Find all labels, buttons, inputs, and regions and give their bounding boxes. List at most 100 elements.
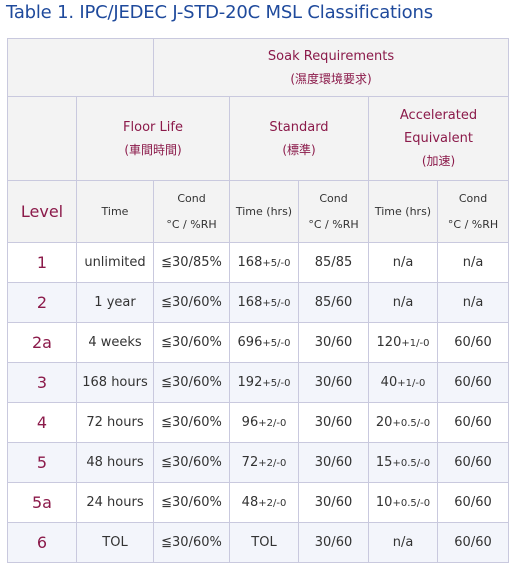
acc-time-cell: 20+0.5/-0 [368,402,438,443]
std-time-tolerance: +5/-0 [262,378,291,389]
soak-requirements-header: Soak Requirements (濕度環境要求) [152,38,510,97]
acc-time-value: n/a [392,535,414,550]
floor-time-cell: TOL [76,522,154,563]
std-time-tolerance: +5/-0 [262,258,291,269]
floor-time-cell: 1 year [76,282,154,323]
standard-label-cn: (標準) [282,142,316,157]
std-time-value: 48 [241,495,259,510]
table-row: 2 1 year ≦30/60% 168+5/-0 85/60 n/a n/a [7,282,510,323]
std-time-cell: 96+2/-0 [229,402,299,443]
floor-cond-cell: ≦30/60% [153,362,230,403]
floor-cond-cell: ≦30/60% [153,442,230,483]
level-cell: 2a [7,322,77,363]
acc-time-value: 20 [375,415,393,430]
table-row: 4 72 hours ≦30/60% 96+2/-0 30/60 20+0.5/… [7,402,510,443]
table-title: Table 1. IPC/JEDEC J-STD-20C MSL Classif… [6,2,433,23]
level-cell: 4 [7,402,77,443]
std-time-value: 168 [237,255,263,270]
table-row: 2a 4 weeks ≦30/60% 696+5/-0 30/60 120+1/… [7,322,510,363]
level-cell: 5 [7,442,77,483]
acc-cond-header: Cond °C / %RH [436,180,510,243]
std-time-cell: 168+5/-0 [229,242,299,283]
std-cond-cell: 30/60 [298,482,369,523]
std-time-cell: 192+5/-0 [229,362,299,403]
floor-cond-cell: ≦30/60% [153,522,230,563]
std-time-value: 168 [237,295,263,310]
floor-time-cell: 48 hours [76,442,154,483]
acc-cond-cell: 60/60 [436,322,510,363]
floor-cond-cell: ≦30/60% [153,282,230,323]
acc-time-cell: 120+1/-0 [368,322,438,363]
floor-time-cell: unlimited [76,242,154,283]
floor-time-cell: 72 hours [76,402,154,443]
standard-header: Standard (標準) [229,96,369,181]
std-cond-cell: 30/60 [298,442,369,483]
table-row: 5a 24 hours ≦30/60% 48+2/-0 30/60 10+0.5… [7,482,510,523]
std-cond-cell: 30/60 [298,362,369,403]
acc-cond-unit: °C / %RH [447,217,499,231]
std-time-cell: 48+2/-0 [229,482,299,523]
acc-time-cell: 40+1/-0 [368,362,438,403]
table-row: 6 TOL ≦30/60% TOL 30/60 n/a 60/60 [7,522,510,563]
std-time-header: Time (hrs) [229,180,299,243]
header-blank-top [7,38,154,97]
acc-time-tolerance: +0.5/-0 [392,418,431,429]
floor-cond-cell: ≦30/60% [153,482,230,523]
acc-time-value: 10 [375,495,393,510]
std-cond-header: Cond °C / %RH [298,180,369,243]
acc-time-cell: n/a [368,522,438,563]
floor-life-header: Floor Life (車間時間) [76,96,230,181]
floor-time-header: Time [76,180,154,243]
std-time-value: TOL [251,535,277,550]
acc-cond-cell: 60/60 [436,482,510,523]
table-row: 1 unlimited ≦30/85% 168+5/-0 85/85 n/a n… [7,242,510,283]
accelerated-label-2: Equivalent [404,131,473,146]
floor-time-cell: 24 hours [76,482,154,523]
floor-cond-cell: ≦30/60% [153,322,230,363]
std-time-tolerance: +2/-0 [258,458,287,469]
acc-cond-label: Cond [458,191,488,205]
acc-cond-cell: n/a [436,282,510,323]
floor-life-label-cn: (車間時間) [124,142,182,157]
level-cell: 6 [7,522,77,563]
floor-cond-unit: °C / %RH [166,217,217,231]
table-row: 5 48 hours ≦30/60% 72+2/-0 30/60 15+0.5/… [7,442,510,483]
acc-time-cell: n/a [368,242,438,283]
acc-time-value: n/a [392,295,414,310]
std-time-cell: 168+5/-0 [229,282,299,323]
soak-requirements-label-cn: (濕度環境要求) [290,71,372,86]
level-cell: 5a [7,482,77,523]
level-cell: 3 [7,362,77,403]
table-row: 3 168 hours ≦30/60% 192+5/-0 30/60 40+1/… [7,362,510,403]
header-blank-mid [7,96,77,181]
std-time-cell: 72+2/-0 [229,442,299,483]
std-time-cell: TOL [229,522,299,563]
acc-time-value: n/a [392,255,414,270]
acc-time-cell: n/a [368,282,438,323]
acc-time-value: 40 [380,375,398,390]
floor-cond-label: Cond [177,191,206,205]
floor-life-label: Floor Life [123,119,183,135]
std-time-value: 192 [237,375,263,390]
std-time-value: 696 [237,335,263,350]
acc-time-tolerance: +0.5/-0 [392,498,431,509]
std-cond-label: Cond [319,191,348,205]
accelerated-label-cn: (加速) [421,154,456,168]
std-cond-cell: 30/60 [298,322,369,363]
acc-cond-cell: n/a [436,242,510,283]
level-cell: 2 [7,282,77,323]
accelerated-label: Accelerated [399,108,478,123]
std-time-tolerance: +2/-0 [258,418,287,429]
floor-cond-cell: ≦30/60% [153,402,230,443]
standard-label: Standard [269,119,329,135]
floor-cond-cell: ≦30/85% [153,242,230,283]
acc-cond-cell: 60/60 [436,362,510,403]
std-cond-cell: 30/60 [298,402,369,443]
std-cond-unit: °C / %RH [308,217,359,231]
floor-time-cell: 4 weeks [76,322,154,363]
acc-time-tolerance: +1/-0 [397,378,426,389]
std-cond-cell: 85/85 [298,242,369,283]
std-time-value: 96 [241,415,259,430]
acc-time-cell: 15+0.5/-0 [368,442,438,483]
soak-requirements-label: Soak Requirements [267,48,395,64]
